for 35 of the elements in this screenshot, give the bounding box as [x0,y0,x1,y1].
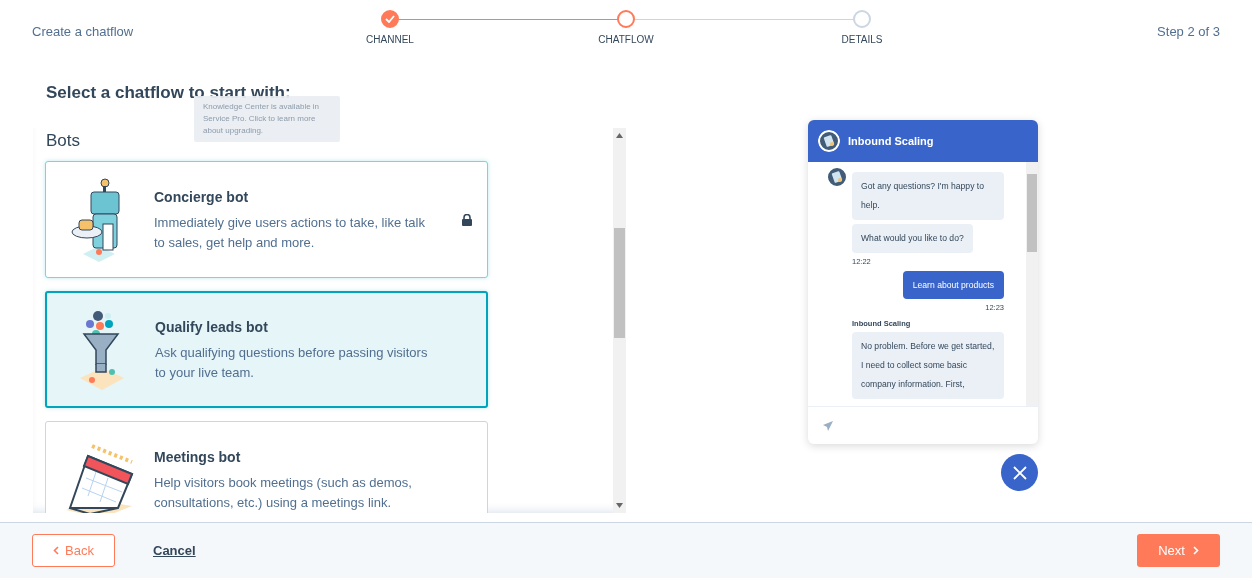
card-description: Immediately give users actions to take, like talk to sales, get help and more. [154,213,426,252]
step-label: CHATFLOW [598,33,654,47]
close-chat-button[interactable] [1001,454,1038,491]
scrollbar[interactable] [613,127,626,513]
chat-bubble: No problem. Before we get started, I need to collect some basic company information. First, [852,331,1004,399]
card-title: Meetings bot [154,447,242,467]
card-description: Ask qualifying questions before passing visitors to your live team. [155,343,429,382]
chat-scrollbar[interactable] [1026,162,1038,406]
card-title: Concierge bot [154,187,250,207]
chat-bubble[interactable]: Learn about products [902,271,1004,300]
page-title: Create a chatflow [32,23,135,41]
scrollbar-thumb[interactable] [1027,174,1037,252]
avatar-icon [818,130,840,152]
chatflow-card[interactable]: Qualify leads bot Ask qualifying questions before passing visitors to your live team. [45,291,488,408]
chevron-right-icon [1192,546,1199,555]
scrollbar-thumb[interactable] [614,227,625,338]
card-description: Help visitors book meetings (such as demos, consultations, etc.) using a meetings link. [154,473,413,512]
chevron-left-icon [53,546,60,555]
step-label: DETAILS [841,33,883,47]
cancel-link[interactable]: Cancel [153,540,196,561]
chatflow-card[interactable]: Concierge bot Immediately give users actions to take, like talk to sales, get help and more. [45,161,488,278]
chat-bubble: Got any questions? I'm happy to help. [852,172,1004,220]
chatflow-card[interactable]: Meetings bot Help visitors book meetings (such as demos, consultations, etc.) using a meetings link. [45,421,488,513]
scroll-up-icon[interactable] [616,132,623,138]
chat-bubble: What would you like to do? [852,224,973,253]
chat-title: Inbound Scaling [848,133,934,149]
step-counter: Step 2 of 3 [1156,23,1220,41]
section-title: Bots [46,129,81,152]
send-icon[interactable] [822,419,834,432]
close-icon [1012,465,1027,480]
check-icon [385,15,395,23]
upgrade-tooltip: Knowledge Center is available in Service Pro. Click to learn more about upgrading. [194,96,340,142]
step-label: CHANNEL [366,33,414,47]
card-title: Qualify leads bot [155,317,269,337]
scroll-down-icon[interactable] [616,502,623,508]
